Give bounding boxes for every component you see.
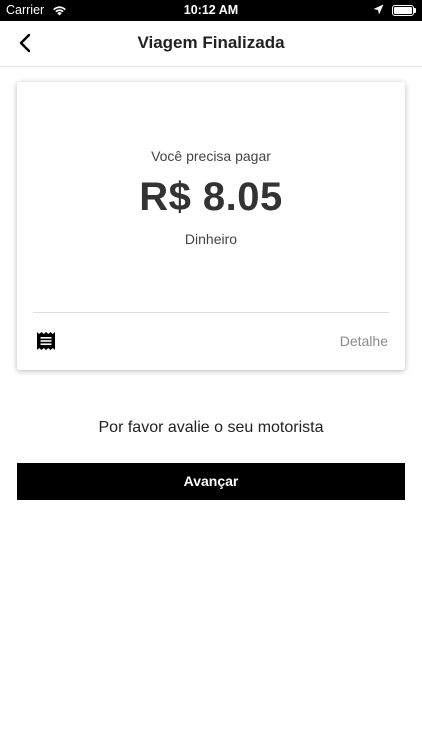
status-bar: Carrier 10:12 AM <box>0 0 422 21</box>
battery-icon <box>392 5 414 16</box>
next-button[interactable]: Avançar <box>17 463 405 500</box>
location-arrow-icon <box>373 4 384 18</box>
rate-driver-prompt: Por favor avalie o seu motorista <box>98 419 324 436</box>
receipt-icon[interactable] <box>36 331 56 351</box>
card-divider <box>33 312 389 313</box>
payment-amount: R$ 8.05 <box>139 175 283 219</box>
clock: 10:12 AM <box>183 3 239 17</box>
detail-link[interactable]: Detalhe <box>340 333 388 349</box>
payment-card: Você precisa pagar R$ 8.05 Dinheiro Deta… <box>17 82 405 370</box>
payment-method: Dinheiro <box>184 231 238 247</box>
navigation-bar: Viagem Finalizada <box>0 21 422 67</box>
payment-label: Você precisa pagar <box>151 148 271 164</box>
page-title: Viagem Finalizada <box>137 33 285 52</box>
